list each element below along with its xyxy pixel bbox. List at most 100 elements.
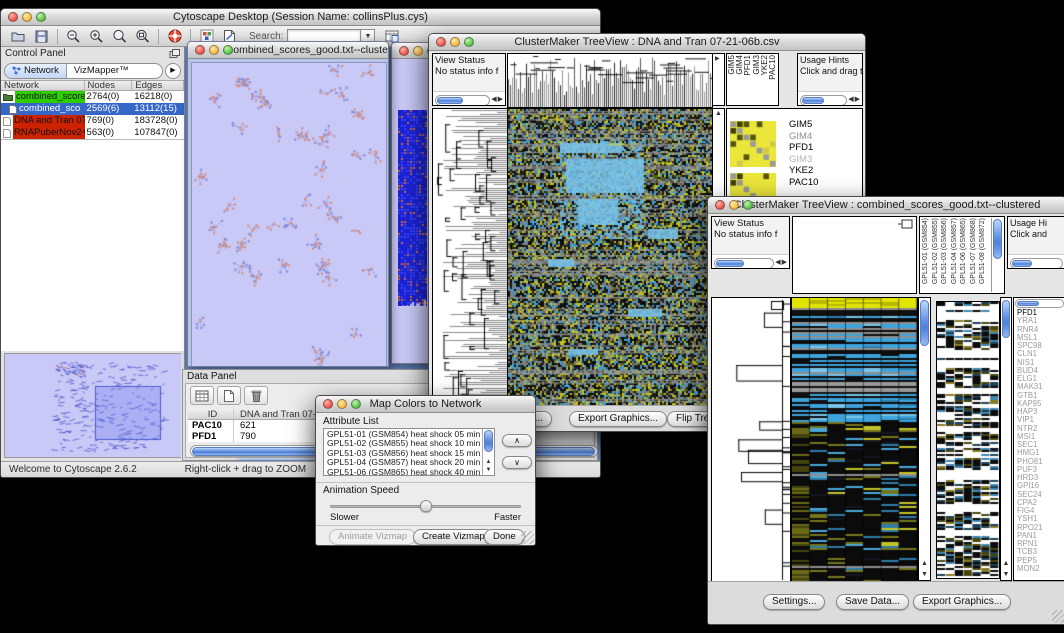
scroll-down-icon[interactable]: ▼ bbox=[486, 466, 492, 474]
cytoscape-titlebar[interactable]: Cytoscape Desktop (Session Name: collins… bbox=[1, 9, 600, 26]
scroll-down-icon[interactable]: ▼ bbox=[1003, 571, 1010, 579]
selected-genes-heatmap-canvas[interactable] bbox=[936, 301, 1000, 579]
network-row[interactable]: RNAPuberNov2+ 563(0) 107847(0) bbox=[1, 127, 184, 139]
network-graph-canvas[interactable] bbox=[191, 62, 387, 367]
new-page-icon[interactable] bbox=[217, 386, 241, 405]
zoom-window-icon[interactable] bbox=[223, 45, 233, 55]
array-label[interactable]: GPL51-08 (GSM872) bbox=[979, 218, 989, 284]
save-data-button[interactable]: Save Data... bbox=[836, 594, 909, 610]
array-labels-vscrollbar[interactable] bbox=[991, 218, 1003, 292]
close-icon[interactable] bbox=[399, 46, 409, 56]
gene-label[interactable]: GIM3 bbox=[789, 154, 818, 166]
close-icon[interactable] bbox=[715, 200, 725, 210]
scroll-left-icon[interactable]: ◀ bbox=[848, 96, 853, 104]
done-button[interactable]: Done bbox=[484, 529, 525, 545]
minimize-icon[interactable] bbox=[450, 37, 460, 47]
export-graphics-button[interactable]: Export Graphics... bbox=[569, 411, 667, 427]
resize-grip[interactable] bbox=[1052, 610, 1064, 623]
attribute-list-vscrollbar[interactable]: ▲ ▼ bbox=[482, 429, 494, 475]
usage-hints-hscrollbar[interactable] bbox=[800, 95, 847, 106]
network-overview-panel[interactable] bbox=[4, 353, 181, 458]
minimize-icon[interactable] bbox=[337, 399, 347, 409]
zoom-out-icon[interactable] bbox=[62, 27, 85, 45]
animate-vizmap-button[interactable]: Animate Vizmap bbox=[329, 529, 416, 545]
close-icon[interactable] bbox=[323, 399, 333, 409]
scroll-up-icon[interactable]: ▲ bbox=[486, 458, 492, 466]
move-down-button[interactable]: ∨ bbox=[502, 456, 532, 469]
network-row-selected[interactable]: combined_sco 2569(6) 13112(15) bbox=[1, 103, 184, 115]
gene-list-hscrollbar[interactable] bbox=[1015, 299, 1064, 308]
close-icon[interactable] bbox=[195, 45, 205, 55]
network-row[interactable]: DNA and Tran 07 769(0) 183728(0) bbox=[1, 115, 184, 127]
network-cluster-canvas[interactable] bbox=[398, 110, 427, 306]
treeview1-titlebar[interactable]: ClusterMaker TreeView : DNA and Tran 07-… bbox=[429, 34, 865, 51]
column-header-network[interactable]: Network bbox=[1, 81, 85, 90]
scroll-up-icon[interactable]: ▲ bbox=[921, 560, 928, 568]
treeview2-titlebar[interactable]: ClusterMaker TreeView : combined_scores_… bbox=[708, 197, 1064, 214]
gene-label[interactable]: GIM5 bbox=[789, 119, 818, 131]
array-label[interactable]: GPL51-03 (GSM856) bbox=[941, 218, 951, 284]
array-label[interactable]: GPL51-01 (GSM854) bbox=[922, 218, 932, 284]
zoom-selected-icon[interactable] bbox=[108, 27, 131, 45]
minimize-icon[interactable] bbox=[729, 200, 739, 210]
zoom-window-icon[interactable] bbox=[743, 200, 753, 210]
scroll-up-icon[interactable]: ▲ bbox=[1003, 560, 1010, 568]
scroll-right-icon[interactable]: ▶ bbox=[498, 96, 503, 104]
scroll-right-icon[interactable]: ▶ bbox=[782, 259, 787, 267]
zoom-window-icon[interactable] bbox=[36, 12, 46, 22]
close-icon[interactable] bbox=[8, 12, 18, 22]
column-dendrogram-area[interactable] bbox=[792, 216, 917, 294]
table-icon[interactable] bbox=[190, 386, 214, 405]
scroll-right-icon[interactable]: ▶ bbox=[855, 96, 860, 104]
gene-label[interactable]: PFD1 bbox=[789, 142, 818, 154]
id-column-header[interactable]: ID bbox=[188, 409, 234, 419]
gene-label[interactable]: YKE2 bbox=[789, 165, 818, 177]
zoom-window-icon[interactable] bbox=[351, 399, 361, 409]
column-header-edges[interactable]: Edges bbox=[132, 81, 184, 90]
row-dendrogram-canvas[interactable] bbox=[711, 297, 791, 583]
scroll-up-icon[interactable]: ▲ bbox=[715, 110, 722, 118]
float-panel-icon[interactable] bbox=[169, 49, 180, 59]
zoom-in-icon[interactable] bbox=[85, 27, 108, 45]
dendrogram-splitter[interactable]: ▶ bbox=[712, 53, 725, 106]
array-label[interactable]: GPL51-04 (GSM857) bbox=[951, 218, 961, 284]
zoom-window-icon[interactable] bbox=[464, 37, 474, 47]
expression-heatmap-canvas[interactable] bbox=[791, 297, 918, 583]
animation-speed-slider[interactable] bbox=[330, 500, 521, 512]
attribute-item[interactable]: GPL51-06 (GSM865) heat shock 40 min bbox=[327, 468, 494, 476]
gene-label[interactable]: GIM4 bbox=[789, 131, 818, 143]
minimize-icon[interactable] bbox=[209, 45, 219, 55]
minimize-icon[interactable] bbox=[22, 12, 32, 22]
slider-thumb[interactable] bbox=[420, 500, 432, 512]
row-dendrogram-canvas[interactable] bbox=[432, 108, 509, 407]
usage-hints-hscrollbar[interactable] bbox=[1010, 258, 1063, 269]
array-label[interactable]: PAC10 bbox=[769, 55, 777, 80]
create-vizmap-button[interactable]: Create Vizmap bbox=[413, 529, 494, 545]
network-overview-canvas[interactable] bbox=[5, 354, 181, 457]
help-lifesaver-icon[interactable] bbox=[163, 27, 186, 45]
minimize-icon[interactable] bbox=[413, 46, 423, 56]
zoom-fit-icon[interactable] bbox=[131, 27, 154, 45]
view-status-hscrollbar[interactable] bbox=[714, 258, 774, 269]
trash-icon[interactable] bbox=[244, 386, 268, 405]
correlation-matrix-canvas[interactable] bbox=[730, 121, 776, 167]
array-label[interactable]: GPL51-02 (GSM855) bbox=[932, 218, 942, 284]
scroll-left-icon[interactable]: ◀ bbox=[491, 96, 496, 104]
array-label[interactable]: GPL51-07 (GSM868) bbox=[970, 218, 980, 284]
gene-label[interactable]: MON2 bbox=[1017, 565, 1043, 573]
export-graphics-button[interactable]: Export Graphics... bbox=[913, 594, 1011, 610]
tab-network[interactable]: Network bbox=[5, 64, 66, 78]
open-icon[interactable] bbox=[7, 27, 30, 45]
tab-overflow-button[interactable]: ▶ bbox=[165, 63, 181, 79]
close-icon[interactable] bbox=[436, 37, 446, 47]
gene-list-vscrollbar[interactable]: ▲ ▼ bbox=[1000, 297, 1012, 581]
array-label[interactable]: GPL51-06 (GSM865) bbox=[960, 218, 970, 284]
scroll-left-icon[interactable]: ◀ bbox=[775, 259, 780, 267]
column-dendrogram-canvas[interactable] bbox=[507, 53, 713, 108]
move-up-button[interactable]: ∧ bbox=[502, 434, 532, 447]
save-icon[interactable] bbox=[30, 27, 53, 45]
collapse-right-icon[interactable]: ▶ bbox=[715, 55, 720, 63]
scroll-down-icon[interactable]: ▼ bbox=[921, 571, 928, 579]
heatmap-vscrollbar[interactable]: ▲ ▼ bbox=[918, 297, 931, 581]
resize-grip[interactable] bbox=[521, 531, 534, 544]
